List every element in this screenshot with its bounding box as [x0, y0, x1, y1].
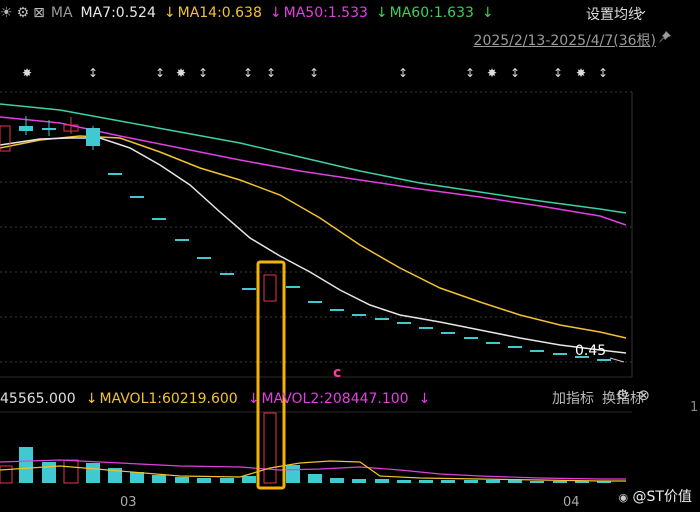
- event-star-icon: ✸: [576, 66, 586, 80]
- highlight-box: [256, 260, 286, 490]
- price-pointer: [609, 357, 625, 363]
- last-price-label: 0.45: [575, 343, 607, 359]
- event-arrow-icon: ↕: [510, 66, 520, 80]
- ma7-line: [0, 137, 627, 354]
- watermark-text: @ST价值: [632, 489, 692, 505]
- limit-down-dashes: [108, 173, 611, 361]
- candles[interactable]: [0, 116, 611, 361]
- event-arrow-icon: ↕: [309, 66, 319, 80]
- candle: [19, 126, 33, 131]
- volume-indicator-bar: 45565.000 ↓ MAVOL1:60219.600 ↓ MAVOL2:20…: [0, 388, 440, 410]
- ma14-line: [0, 135, 627, 339]
- right-axis-label: 1: [690, 400, 699, 415]
- event-arrow-icon: ↕: [266, 66, 276, 80]
- mavol2-arrow-icon: ↓: [247, 391, 260, 407]
- event-arrow-icon: ↕: [198, 66, 208, 80]
- event-star-icon: ✸: [22, 66, 32, 80]
- mavol1-arrow-icon: ↓: [85, 391, 98, 407]
- watermark: ◉ @ST价值: [618, 486, 692, 506]
- add-indicator-button[interactable]: 加指标: [552, 388, 594, 408]
- gear-icon[interactable]: ⚙: [616, 386, 629, 404]
- event-arrow-icon: ↕: [598, 66, 608, 80]
- candle: [42, 128, 56, 130]
- event-star-icon: ✸: [487, 66, 497, 80]
- vol-value: 45565.000: [0, 391, 76, 407]
- event-arrow-icon: ↕: [465, 66, 475, 80]
- close-icon[interactable]: ⊗: [637, 386, 650, 404]
- volume-panel-icons: ⚙ ⊗: [608, 386, 650, 404]
- c-marker: c: [333, 365, 342, 381]
- mavol2-trend-arrow-icon: ↓: [418, 391, 431, 407]
- event-markers: ✸ ↕ ↕ ✸ ↕ ↕ ↕ ↕ ↕ ↕ ✸ ↕ ↕ ✸ ↕: [22, 66, 608, 80]
- x-tick-label: 04: [563, 495, 580, 510]
- event-arrow-icon: ↕: [155, 66, 165, 80]
- event-arrow-icon: ↕: [553, 66, 563, 80]
- event-arrow-icon: ↕: [398, 66, 408, 80]
- x-tick-label: 03: [120, 495, 137, 510]
- event-star-icon: ✸: [176, 66, 186, 80]
- mavol1-value: MAVOL1:60219.600: [99, 391, 238, 407]
- ma60-line: [0, 103, 627, 214]
- event-arrow-icon: ↕: [88, 66, 98, 80]
- event-arrow-icon: ↕: [243, 66, 253, 80]
- kline-chart[interactable]: ✸ ↕ ↕ ✸ ↕ ↕ ↕ ↕ ↕ ↕ ✸ ↕ ↕ ✸ ↕: [0, 0, 700, 512]
- weibo-icon: ◉: [618, 491, 629, 504]
- mavol2-value: MAVOL2:208447.100: [261, 391, 409, 407]
- highlighted-candle: [263, 274, 277, 302]
- volume-bars: [0, 412, 611, 484]
- candle: [86, 128, 100, 146]
